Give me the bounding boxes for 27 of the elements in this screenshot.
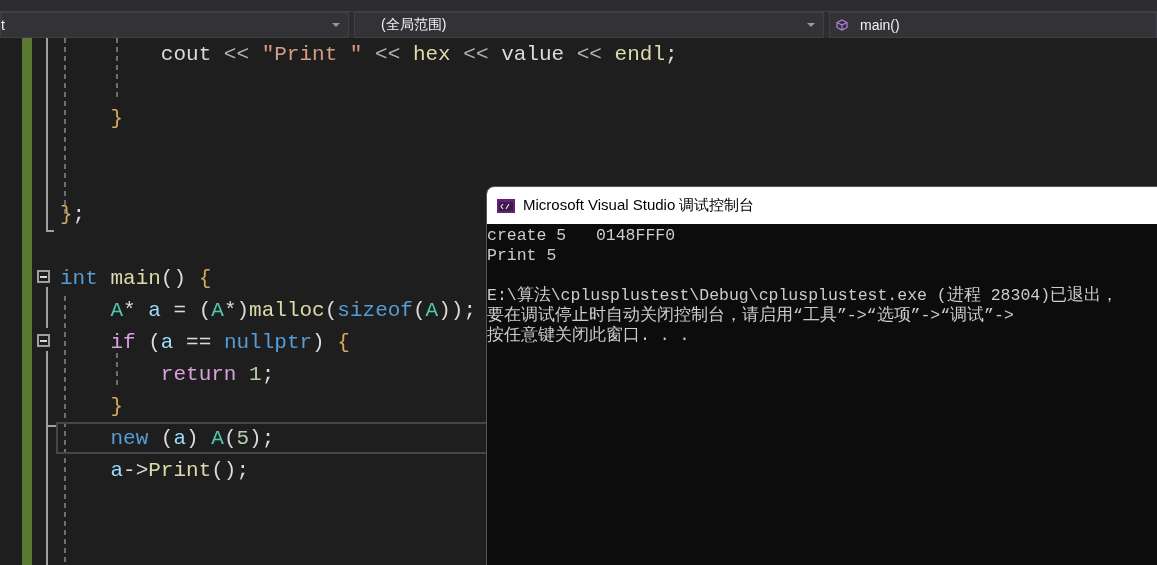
fold-line <box>46 286 48 329</box>
code-line: } <box>110 394 124 418</box>
indent-guide <box>116 38 118 99</box>
code-line: } <box>110 106 124 130</box>
console-output-line: create 5 0148FFF0 <box>487 226 677 246</box>
collapse-icon[interactable] <box>37 334 50 347</box>
code-line: A* a = (A*)malloc(sizeof(A)); <box>110 298 476 322</box>
console-app-icon <box>497 198 515 213</box>
cube-icon <box>836 19 848 31</box>
scope-dropdown[interactable]: main() <box>829 12 1157 38</box>
console-output-line: 按任意键关闭此窗口. . . <box>487 326 691 346</box>
code-line: if (a == nullptr) { <box>110 330 350 354</box>
console-output-line: Print 5 <box>487 246 558 266</box>
scope-dropdown[interactable]: (全局范围) <box>354 12 824 38</box>
code-line: a->Print(); <box>110 458 250 482</box>
console-output-line: E:\算法\cplusplustest\Debug\cplusplustest.exe (进程 28304)已退出， <box>487 286 1120 305</box>
code-line: cout << "Print " << hex << value << endl; <box>160 42 678 66</box>
caret-icon <box>332 23 340 27</box>
console-output-line: 要在调试停止时自动关闭控制台，请启用“工具”->“选项”->“调试”-> <box>487 306 1015 325</box>
caret-icon <box>807 23 815 27</box>
code-line: }; <box>60 202 86 226</box>
window-title: Microsoft Visual Studio 调试控制台 <box>523 196 755 215</box>
code-line: int main() { <box>60 266 212 290</box>
code-line: return 1; <box>160 362 275 386</box>
collapse-icon[interactable] <box>37 270 50 283</box>
scope-dropdown[interactable]: t <box>0 12 349 38</box>
code-line: new (a) A(5); <box>110 426 275 450</box>
